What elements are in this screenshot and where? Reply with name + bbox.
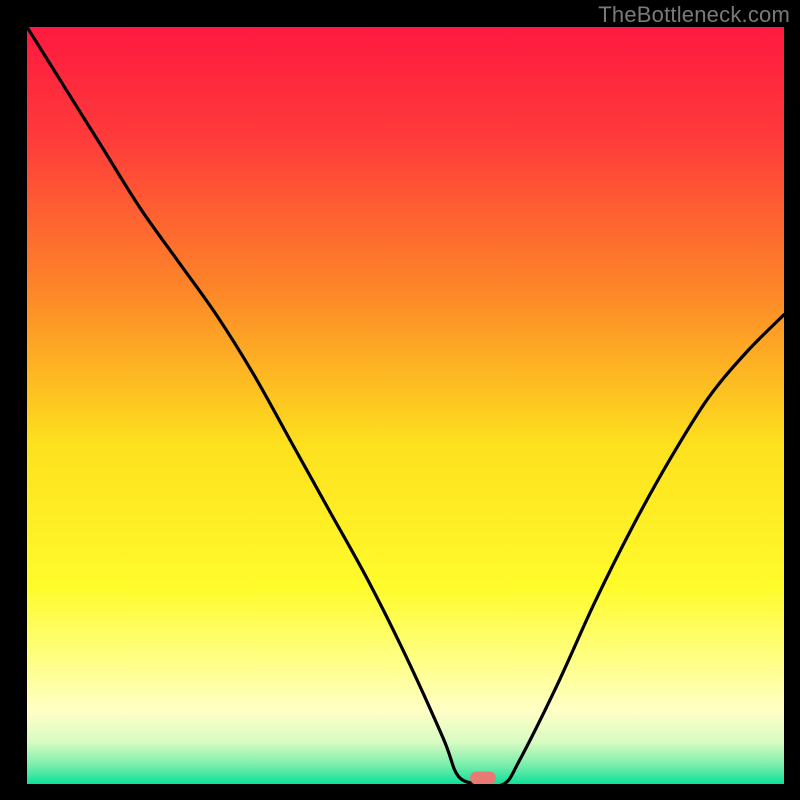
optimum-marker xyxy=(470,771,496,784)
curve-path xyxy=(27,27,784,784)
bottleneck-curve xyxy=(27,27,784,784)
plot-area xyxy=(27,27,784,784)
watermark-text: TheBottleneck.com xyxy=(598,2,790,28)
chart-frame: TheBottleneck.com xyxy=(0,0,800,800)
